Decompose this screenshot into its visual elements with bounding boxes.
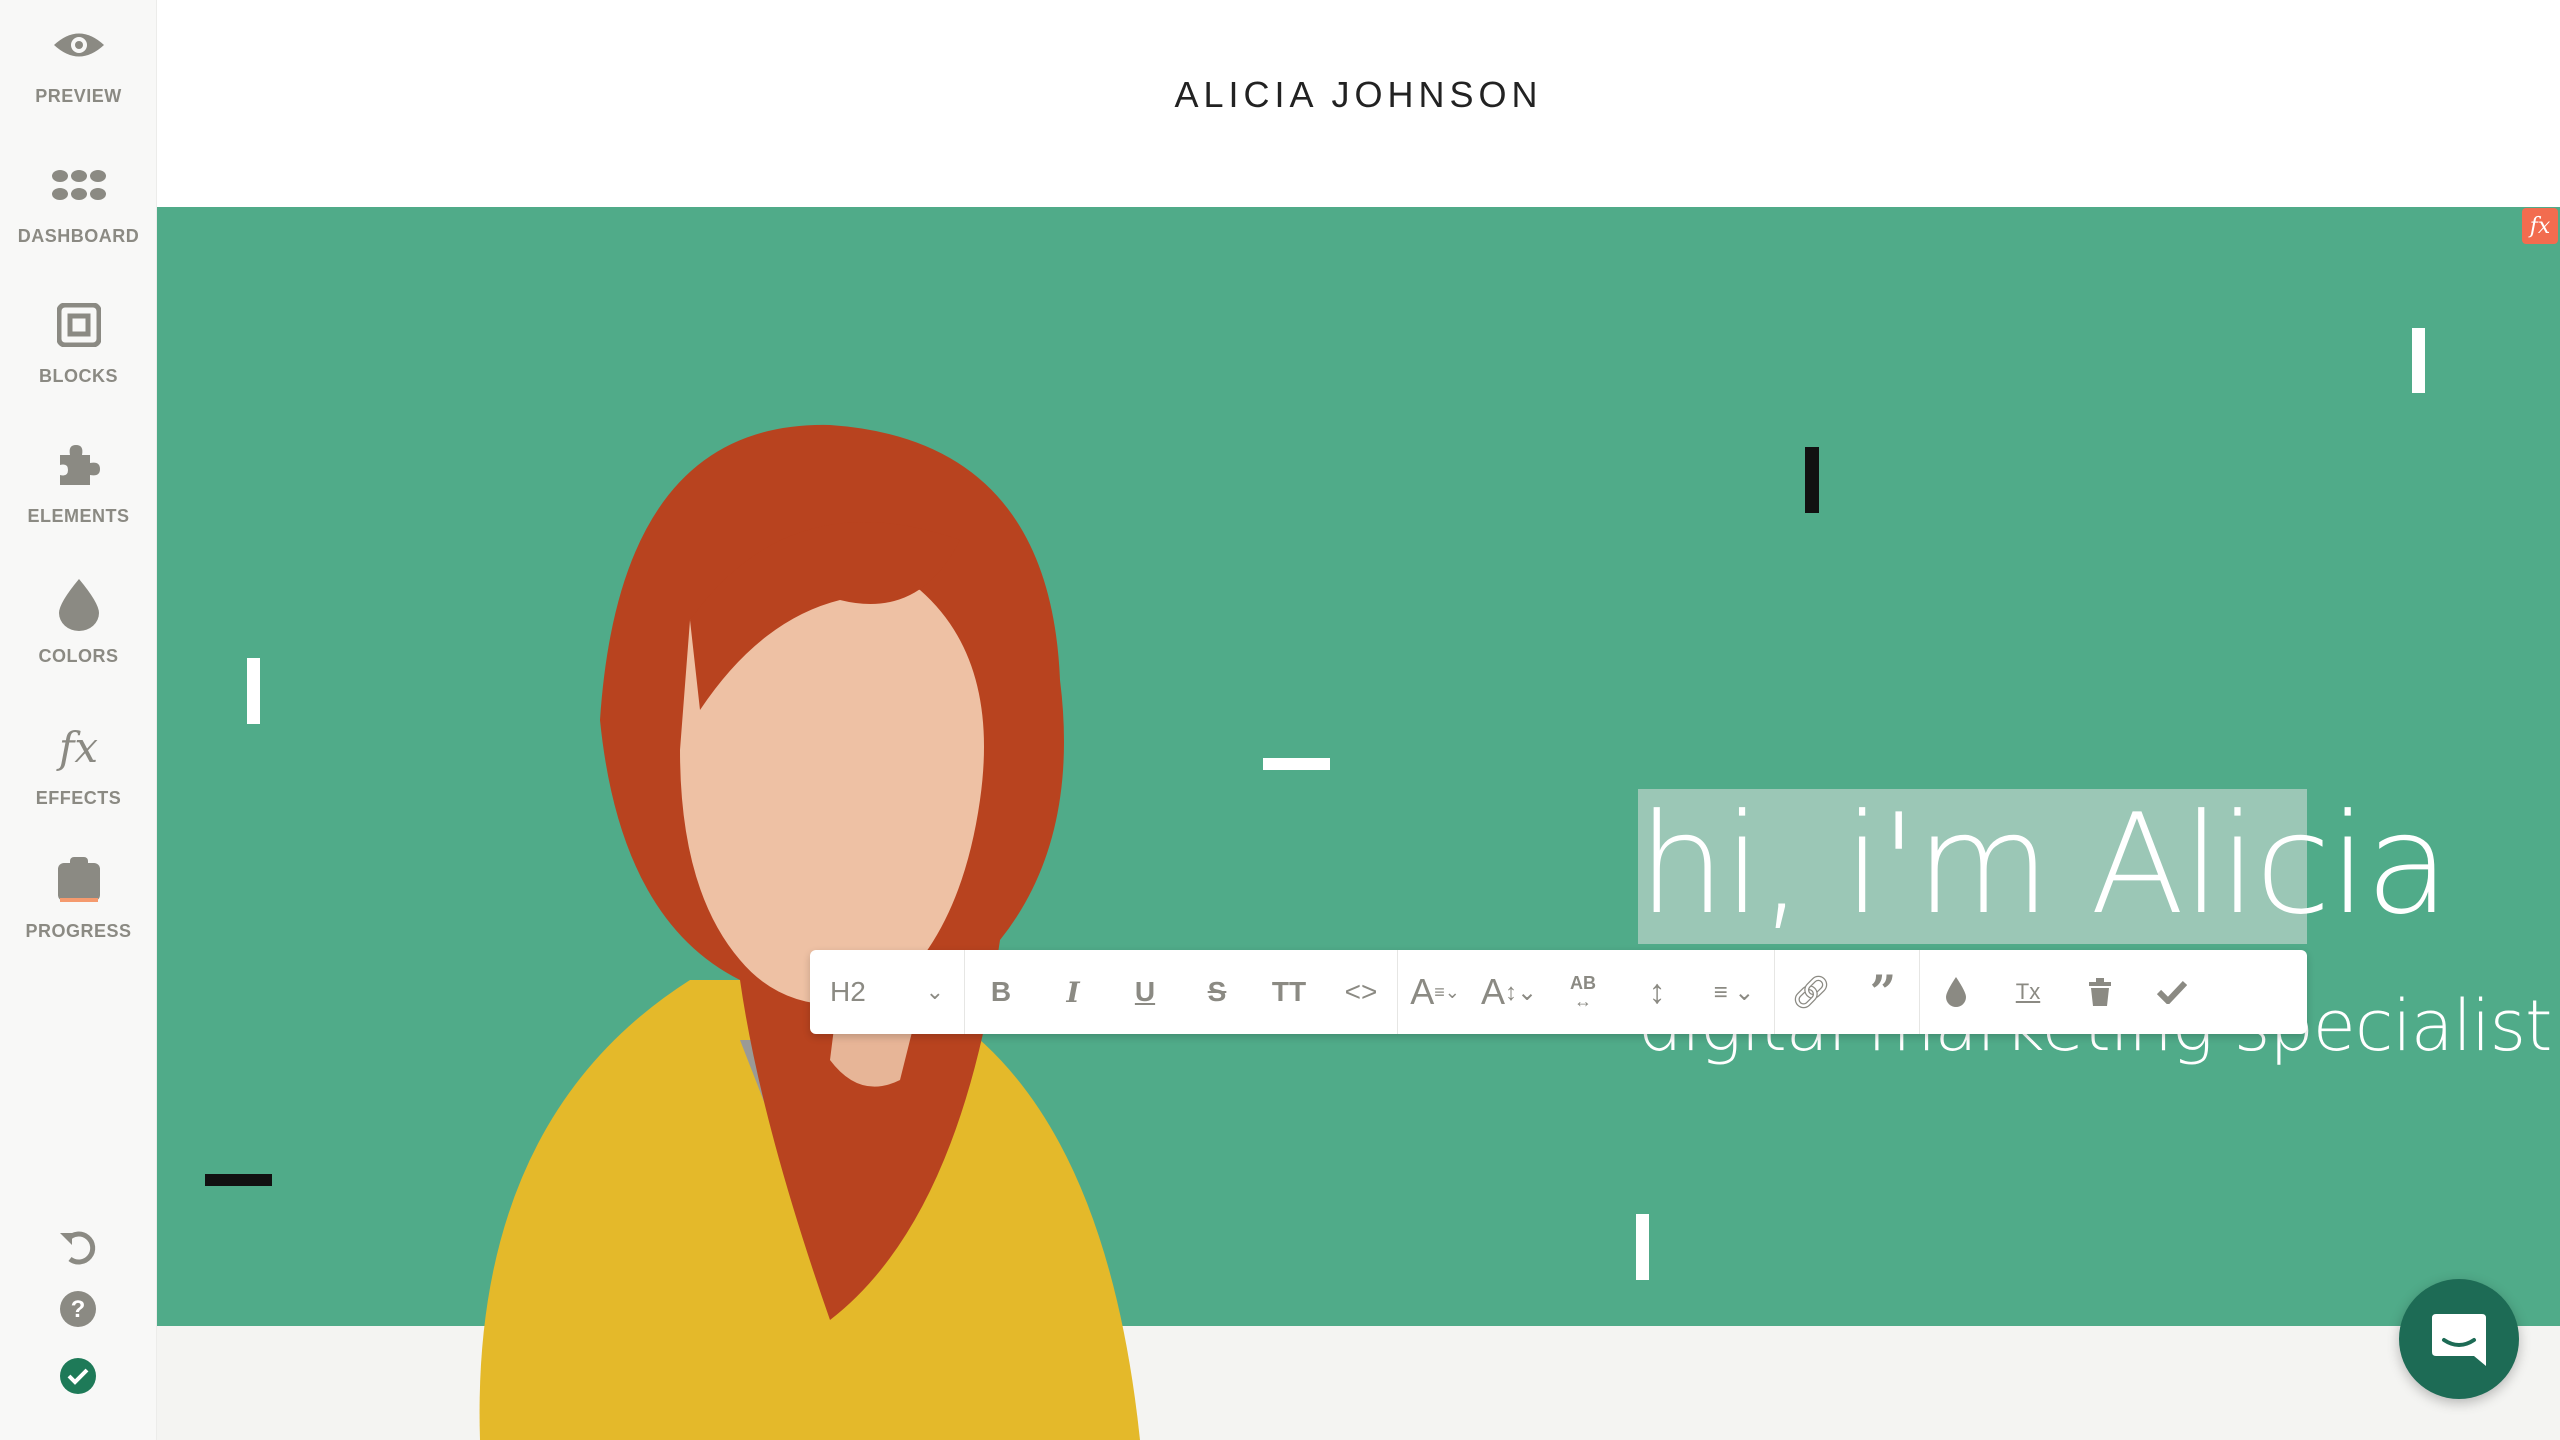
decor-bar xyxy=(1805,447,1819,513)
site-title[interactable]: ALICIA JOHNSON xyxy=(157,74,2560,116)
line-height-icon[interactable]: A ↕⌄ xyxy=(1472,950,1546,1034)
font-size-icon[interactable]: A ≡⌄ xyxy=(1398,950,1472,1034)
decor-bar xyxy=(205,1174,272,1186)
heading-level-value: H2 xyxy=(830,976,866,1007)
puzzle-icon xyxy=(0,440,157,490)
sidebar-item-effects[interactable]: fx EFFECTS xyxy=(0,722,157,809)
site-header: ALICIA JOHNSON xyxy=(157,0,2560,207)
text-format-toolbar: H2 ⌄ B I U S TT <> A ≡⌄ A ↕⌄ AB ↔ ↕ ≡ ⌄ 🔗︎ … xyxy=(810,950,2307,1034)
bold-button[interactable]: B xyxy=(965,950,1037,1034)
vertical-spacing-icon[interactable]: ↕ xyxy=(1620,950,1694,1034)
all-caps-button[interactable]: TT xyxy=(1253,950,1325,1034)
sidebar-item-label: EFFECTS xyxy=(35,788,122,808)
decor-bar xyxy=(2412,328,2425,393)
svg-text:?: ? xyxy=(71,1296,86,1323)
sidebar: PREVIEW DASHBOARD BLOCKS ELEMENTS COLORS… xyxy=(0,0,157,1440)
sidebar-item-label: PREVIEW xyxy=(35,86,122,106)
block-square-icon xyxy=(0,300,157,350)
link-icon[interactable]: 🔗︎ xyxy=(1775,950,1847,1034)
check-circle-icon[interactable] xyxy=(56,1354,100,1398)
droplet-icon xyxy=(0,579,157,631)
sidebar-item-preview[interactable]: PREVIEW xyxy=(0,20,157,107)
chevron-down-icon: ⌄ xyxy=(925,979,944,1004)
quote-icon[interactable]: ” xyxy=(1847,950,1919,1034)
italic-button[interactable]: I xyxy=(1037,950,1109,1034)
hero-heading[interactable]: hi, i'm Alicia xyxy=(1638,780,2450,950)
sidebar-item-label: BLOCKS xyxy=(39,366,118,386)
clear-format-button[interactable]: Tx xyxy=(1992,950,2064,1034)
align-select-icon[interactable]: ≡ ⌄ xyxy=(1694,950,1774,1034)
underline-button[interactable]: U xyxy=(1109,950,1181,1034)
undo-icon[interactable] xyxy=(56,1225,100,1269)
sidebar-item-label: DASHBOARD xyxy=(17,226,140,246)
decor-bar xyxy=(247,658,260,724)
fx-icon: fx xyxy=(58,722,99,772)
chat-icon xyxy=(2432,1314,2486,1366)
code-button[interactable]: <> xyxy=(1325,950,1397,1034)
trash-icon[interactable] xyxy=(2064,950,2136,1034)
effects-badge[interactable]: fx xyxy=(2522,208,2558,244)
sidebar-item-progress[interactable]: PROGRESS xyxy=(0,855,157,942)
strikethrough-button[interactable]: S xyxy=(1181,950,1253,1034)
sidebar-item-label: ELEMENTS xyxy=(27,506,130,526)
confirm-check-icon[interactable] xyxy=(2136,950,2208,1034)
sidebar-item-label: COLORS xyxy=(38,646,119,666)
chat-launcher-button[interactable] xyxy=(2399,1279,2519,1399)
heading-level-select[interactable]: H2 ⌄ xyxy=(810,950,964,1034)
text-color-icon[interactable] xyxy=(1920,950,1992,1034)
sidebar-item-blocks[interactable]: BLOCKS xyxy=(0,300,157,387)
help-icon[interactable]: ? xyxy=(56,1287,100,1331)
sidebar-item-elements[interactable]: ELEMENTS xyxy=(0,440,157,527)
letter-spacing-icon[interactable]: AB ↔ xyxy=(1546,950,1620,1034)
sidebar-item-colors[interactable]: COLORS xyxy=(0,579,157,667)
portrait-photo xyxy=(479,424,1141,1440)
progress-briefcase-icon xyxy=(0,855,157,905)
dots-grid-icon xyxy=(0,160,157,210)
eye-icon xyxy=(0,20,157,70)
sidebar-item-label: PROGRESS xyxy=(25,921,132,941)
sidebar-item-dashboard[interactable]: DASHBOARD xyxy=(0,160,157,247)
decor-bar xyxy=(1636,1214,1649,1280)
